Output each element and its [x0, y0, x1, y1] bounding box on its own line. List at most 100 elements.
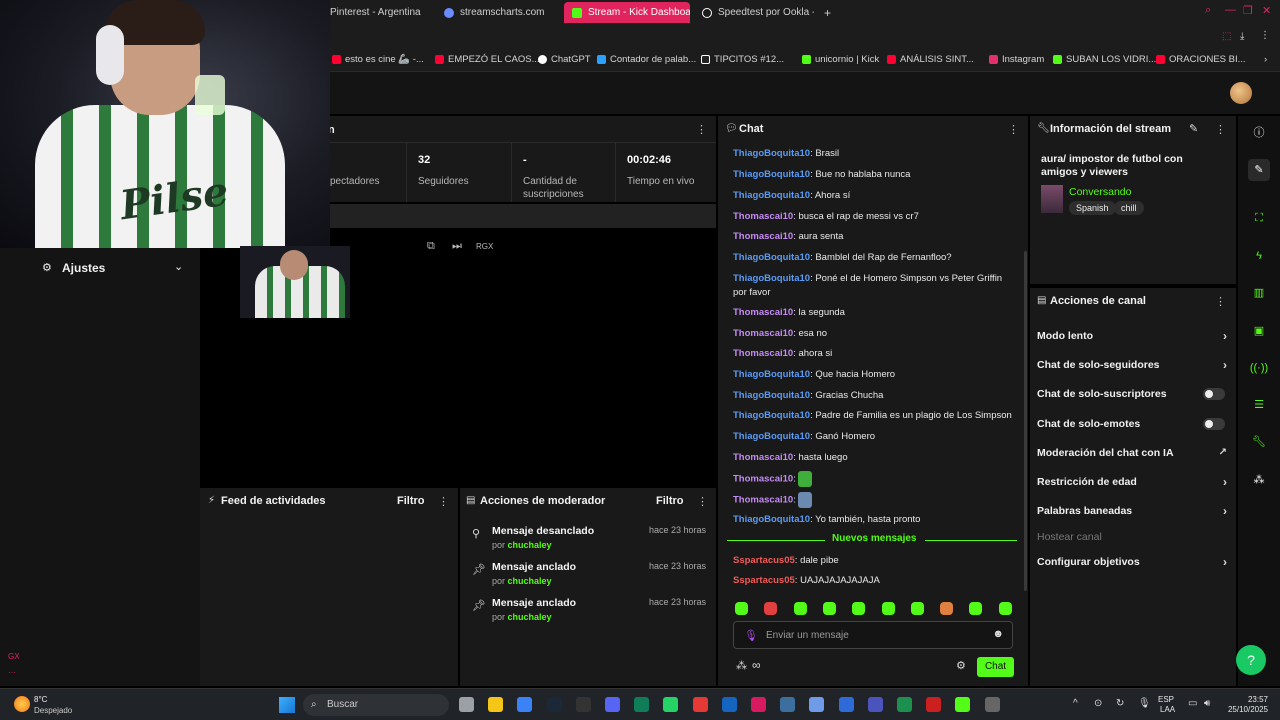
stats-menu-icon[interactable]: ⋮ — [696, 123, 707, 136]
help-button[interactable]: ? — [1236, 645, 1266, 675]
weather-icon[interactable] — [14, 696, 30, 712]
emote-button[interactable] — [852, 602, 866, 615]
chat-input-box[interactable]: 🎙︎ ☻ — [733, 621, 1013, 649]
chevron-up-icon[interactable]: ^ — [1073, 698, 1078, 709]
weather-temp[interactable]: 8°C — [34, 695, 47, 704]
network-icon[interactable]: ⊙ — [1094, 698, 1102, 709]
chat-message[interactable]: Sspartacus05: dale pibe — [733, 554, 1017, 568]
chat-emote[interactable] — [798, 492, 813, 508]
action-followers-only[interactable]: Chat de solo-seguidores › — [1037, 358, 1227, 372]
document-icon[interactable]: ▥ — [1248, 282, 1270, 304]
category-thumbnail[interactable] — [1041, 185, 1063, 213]
edit-icon[interactable]: ✎ — [1189, 122, 1198, 135]
bookmark-item[interactable]: esto es cine 🦾 -... — [332, 54, 424, 65]
moderator-name[interactable]: chuchaley — [508, 540, 552, 550]
action-age-restriction[interactable]: Restricción de edad › — [1037, 475, 1227, 489]
chat-message[interactable]: Thomascai10: ahora si — [733, 347, 1017, 361]
volume-icon[interactable]: 🔊︎ — [1204, 698, 1210, 709]
tab-speedtest[interactable]: Speedtest por Ookla - La — [694, 2, 814, 23]
chat-message[interactable]: ThiagoBoquita10: Yo también, hasta pront… — [733, 513, 1017, 527]
chat-username[interactable]: ThiagoBoquita10 — [733, 273, 810, 284]
windows-start-icon[interactable] — [279, 697, 295, 713]
avatar[interactable] — [1230, 82, 1252, 104]
action-ai-moderation[interactable]: Moderación del chat con IA ↗ — [1037, 447, 1227, 459]
chat-message[interactable]: Thomascai10: — [733, 492, 1017, 508]
search-tabs-icon[interactable]: ⌕ — [1205, 4, 1211, 17]
rgx-label[interactable]: RGX — [476, 242, 493, 251]
chat-username[interactable]: ThiagoBoquita10 — [733, 514, 810, 525]
display-icon[interactable]: ▭ — [1188, 698, 1197, 709]
settings-label[interactable]: Ajustes — [62, 261, 105, 275]
menu-icon[interactable]: ⋮ — [1260, 30, 1270, 41]
chat-username[interactable]: Thomascai10 — [733, 452, 793, 463]
emotes-only-toggle[interactable] — [1203, 418, 1225, 430]
vpn-icon[interactable] — [721, 697, 737, 712]
taskbar-search[interactable]: ⌕ Buscar — [303, 694, 449, 716]
close-icon[interactable]: ✕ — [1262, 4, 1271, 17]
chat-username[interactable]: Thomascai10 — [733, 307, 793, 318]
epic-games-icon[interactable] — [575, 697, 591, 712]
broadcast-icon[interactable]: ((·)) — [1248, 357, 1270, 379]
minimize-icon[interactable]: — — [1225, 4, 1236, 16]
chat-message[interactable]: ThiagoBoquita10: Ahora sí — [733, 189, 1017, 203]
app-icon[interactable] — [634, 697, 650, 712]
subscribers-only-toggle[interactable] — [1203, 388, 1225, 400]
chat-username[interactable]: ThiagoBoquita10 — [733, 431, 810, 442]
tab-streamscharts[interactable]: streamscharts.com — [436, 2, 558, 23]
chat-message[interactable]: ThiagoBoquita10: Gracias Chucha — [733, 389, 1017, 403]
activity-menu-icon[interactable]: ⋮ — [438, 495, 449, 508]
whatsapp-icon[interactable] — [663, 697, 679, 712]
bookmark-item[interactable]: TIPCITOS #12... — [701, 54, 784, 65]
chat-username[interactable]: Thomascai10 — [733, 495, 793, 506]
chat-username[interactable]: ThiagoBoquita10 — [733, 390, 810, 401]
opera-gx-icon[interactable] — [751, 697, 766, 712]
chat-settings-icon[interactable]: ⚙ — [956, 659, 966, 672]
chat-message[interactable]: ThiagoBoquita10: Poné el de Homero Simps… — [733, 272, 1017, 300]
stream-info-menu-icon[interactable]: ⋮ — [1215, 123, 1226, 136]
skip-icon[interactable]: ⏭ — [452, 240, 462, 253]
github-icon[interactable] — [984, 697, 1000, 712]
teams-icon[interactable] — [867, 697, 883, 712]
steam-icon[interactable] — [546, 697, 562, 712]
chat-username[interactable]: Sspartacus05 — [733, 575, 795, 586]
language-code[interactable]: ESP — [1158, 695, 1174, 705]
file-explorer-icon[interactable] — [459, 697, 474, 712]
popout-icon[interactable]: ⧉ — [427, 240, 435, 253]
bookmarks-more-icon[interactable]: › — [1264, 54, 1267, 65]
activity-filter-button[interactable]: Filtro — [397, 495, 425, 507]
folder-icon[interactable] — [488, 697, 504, 712]
chat-message[interactable]: Thomascai10: hasta luego — [733, 451, 1017, 465]
chat-input[interactable] — [766, 627, 986, 644]
bookmark-item[interactable]: ORACIONES BI... — [1156, 54, 1246, 65]
chat-emote[interactable] — [798, 471, 813, 487]
mod-filter-button[interactable]: Filtro — [656, 495, 684, 507]
tab-pinterest[interactable]: Pinterest - Argentina — [322, 2, 434, 23]
bookmark-item[interactable]: unicornio | Kick — [802, 54, 879, 65]
bookmark-item[interactable]: ChatGPT — [538, 54, 591, 65]
chat-scrollbar[interactable] — [1024, 251, 1027, 591]
info-icon[interactable]: ⓘ — [1248, 122, 1270, 144]
emote-button[interactable] — [998, 602, 1012, 615]
maximize-icon[interactable]: ❐ — [1243, 4, 1253, 17]
fullscreen-icon[interactable]: ⛶ — [1248, 207, 1270, 229]
app-icon[interactable] — [926, 697, 942, 712]
edge-icon[interactable] — [838, 697, 854, 712]
chat-username[interactable]: Sspartacus05 — [733, 555, 795, 566]
chat-username[interactable]: ThiagoBoquita10 — [733, 252, 810, 263]
wrench-icon[interactable]: 🔧︎ — [1248, 431, 1270, 453]
kick-icon[interactable] — [955, 697, 971, 712]
infinity-icon[interactable]: ∞ — [752, 658, 761, 672]
emote-button[interactable] — [822, 602, 836, 615]
bookmark-item[interactable]: SUBAN LOS VIDRI... — [1053, 54, 1156, 65]
download-icon[interactable]: ⤓ — [1240, 31, 1244, 42]
copilot-icon[interactable] — [517, 697, 533, 712]
bookmark-item[interactable]: Instagram — [989, 54, 1044, 65]
pencil-icon[interactable]: ✎ — [1248, 159, 1270, 181]
mod-action-item[interactable]: 📌︎ Mensaje anclado por chuchaley hace 23… — [472, 597, 716, 631]
clock-time[interactable]: 23:57 — [1228, 695, 1268, 705]
new-messages-label[interactable]: Nuevos mensajes — [832, 533, 917, 544]
moderator-name[interactable]: chuchaley — [508, 612, 552, 622]
chat-username[interactable]: ThiagoBoquita10 — [733, 369, 810, 380]
chat-message[interactable]: ThiagoBoquita10: Brasil — [733, 147, 1017, 161]
emote-button[interactable] — [793, 602, 807, 615]
